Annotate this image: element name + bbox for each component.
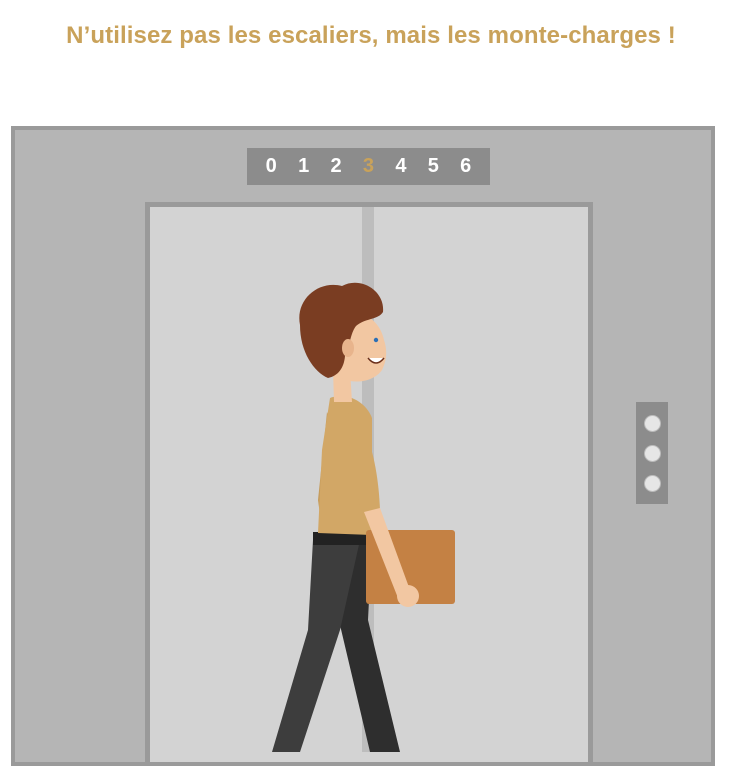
- eye: [373, 337, 379, 343]
- hand: [397, 585, 419, 607]
- person-illustration: [272, 282, 455, 752]
- ear: [342, 339, 354, 357]
